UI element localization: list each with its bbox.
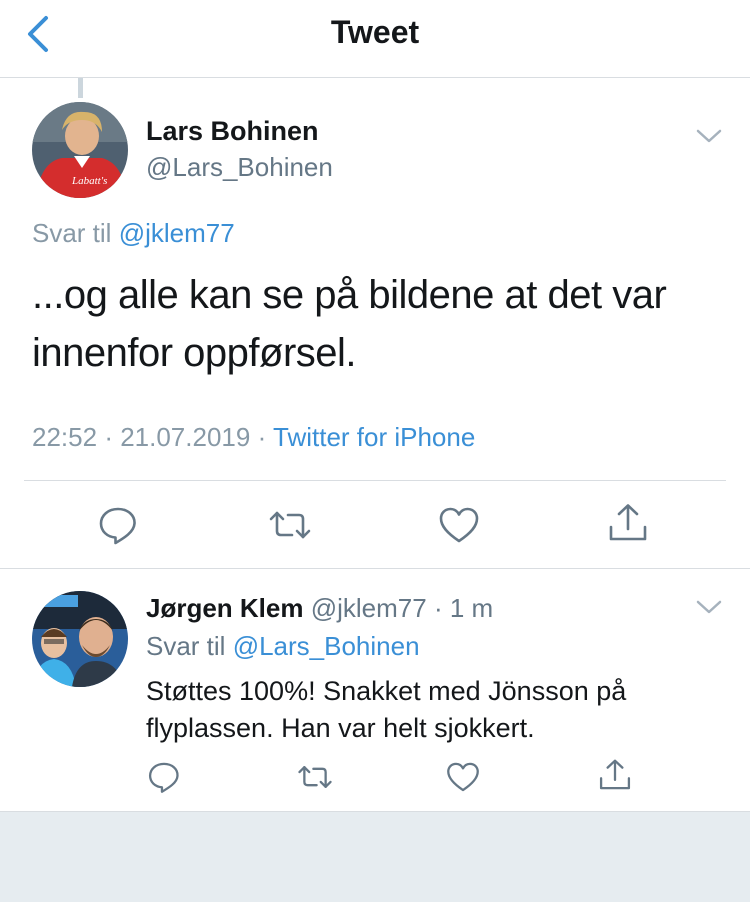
like-button[interactable] <box>445 759 481 795</box>
tweet-text: Støttes 100%! Snakket med Jönsson på fly… <box>146 676 627 743</box>
reply-context: Svar til @jklem77 <box>32 218 235 249</box>
author-handle[interactable]: @Lars_Bohinen <box>146 152 333 183</box>
share-icon <box>599 759 631 790</box>
retweet-button[interactable] <box>297 759 333 795</box>
reply-prefix: Svar til <box>146 631 226 661</box>
meta-separator: · <box>433 593 443 623</box>
avatar[interactable] <box>32 591 128 687</box>
share-button[interactable] <box>597 757 633 793</box>
tweet-time: 22:52 <box>32 422 98 452</box>
footer-background <box>0 811 750 902</box>
reply-context: Svar til @Lars_Bohinen <box>146 631 420 662</box>
tweet-actions <box>0 755 750 799</box>
tweet-time: 1 m <box>449 593 494 623</box>
retweet-icon <box>269 511 311 539</box>
author-name[interactable]: Lars Bohinen <box>146 116 319 147</box>
tweet-actions <box>0 481 750 569</box>
reply-icon <box>99 507 136 545</box>
navigation-bar: Tweet <box>0 0 750 78</box>
author-handle[interactable]: @jklem77 <box>311 593 427 623</box>
reply-mention-link[interactable]: @Lars_Bohinen <box>233 631 420 661</box>
reply-tweet[interactable]: Jørgen Klem @jklem77 · 1 m Svar til @Lar… <box>0 569 750 811</box>
share-icon <box>609 504 647 541</box>
reply-prefix: Svar til <box>32 218 112 248</box>
like-button[interactable] <box>437 503 481 547</box>
reply-button[interactable] <box>146 759 182 795</box>
meta-separator: · <box>104 422 121 452</box>
author-name[interactable]: Jørgen Klem <box>146 593 304 623</box>
reply-button[interactable] <box>96 503 140 547</box>
more-options-button[interactable] <box>695 597 723 617</box>
chevron-down-icon <box>696 129 722 143</box>
more-options-button[interactable] <box>695 126 723 146</box>
main-tweet: Labatt's Lars Bohinen @Lars_Bohinen Svar… <box>0 78 750 570</box>
reply-header: Jørgen Klem @jklem77 · 1 m <box>146 593 493 624</box>
retweet-button[interactable] <box>268 503 312 547</box>
meta-separator: · <box>257 422 273 452</box>
tweet-date: 21.07.2019 <box>120 422 251 452</box>
avatar[interactable]: Labatt's <box>32 102 128 198</box>
jersey-sponsor-text: Labatt's <box>71 175 107 187</box>
retweet-icon <box>298 766 332 788</box>
reply-mention-link[interactable]: @jklem77 <box>119 218 235 248</box>
tweet-text: ...og alle kan se på bildene at det var … <box>32 273 667 375</box>
chevron-down-icon <box>696 600 722 614</box>
tweet-source-link[interactable]: Twitter for iPhone <box>273 422 475 452</box>
heart-icon <box>439 507 479 543</box>
tweet-meta: 22:52 · 21.07.2019 · Twitter for iPhone <box>32 422 475 453</box>
share-button[interactable] <box>606 501 650 545</box>
page-title: Tweet <box>330 14 420 50</box>
heart-icon <box>447 762 479 792</box>
reply-icon <box>148 762 179 793</box>
